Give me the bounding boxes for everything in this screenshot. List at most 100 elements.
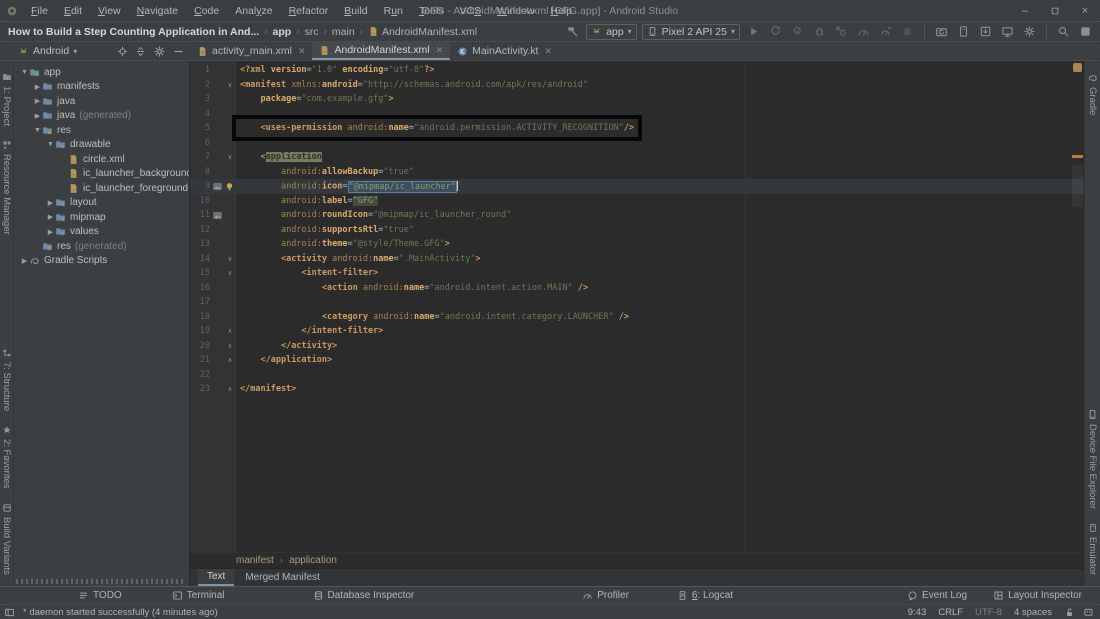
menu-window[interactable]: Window bbox=[490, 3, 541, 19]
project-view-selector[interactable]: Android bbox=[33, 45, 69, 57]
fold-marker-icon[interactable]: ∨ bbox=[224, 255, 236, 263]
menu-build[interactable]: Build bbox=[337, 3, 374, 19]
apply-changes-icon[interactable] bbox=[767, 24, 784, 40]
tree-item-ic-launcher-background-xml[interactable]: ic_launcher_background.xml bbox=[14, 167, 189, 182]
sdk-manager-icon[interactable] bbox=[977, 24, 994, 40]
code-line-8[interactable]: 8 android:allowBackup="true" bbox=[190, 165, 1084, 180]
line-number[interactable]: 5 bbox=[190, 123, 210, 133]
close-button[interactable]: × bbox=[1070, 0, 1100, 21]
tree-item-circle-xml[interactable]: circle.xml bbox=[14, 152, 189, 167]
menu-vcs[interactable]: VCS bbox=[452, 3, 488, 19]
run-icon[interactable] bbox=[745, 24, 762, 40]
fold-marker-icon[interactable]: ∨ bbox=[224, 269, 236, 277]
code-line-23[interactable]: 23∧</manifest> bbox=[190, 382, 1084, 397]
line-number[interactable]: 1 bbox=[190, 65, 210, 75]
line-number[interactable]: 14 bbox=[190, 254, 210, 264]
tree-collapsed-arrow-icon[interactable]: ▶ bbox=[46, 199, 55, 207]
tab-close-icon[interactable]: ✕ bbox=[298, 46, 306, 57]
intention-bulb-icon[interactable] bbox=[224, 181, 236, 192]
tool-window-button-7-structure[interactable]: 7: Structure bbox=[1, 341, 12, 418]
tree-item-gradle-scripts[interactable]: ▶Gradle Scripts bbox=[14, 254, 189, 269]
breadcrumb-how-to-build-a-step-counting-application-in-and[interactable]: How to Build a Step Counting Application… bbox=[8, 26, 259, 38]
project-horizontal-scrollbar[interactable] bbox=[16, 579, 184, 584]
menu-run[interactable]: Run bbox=[377, 3, 410, 19]
maximize-button[interactable] bbox=[1040, 0, 1070, 21]
inspection-status-square[interactable] bbox=[1073, 63, 1082, 72]
line-separator[interactable]: CRLF bbox=[938, 607, 963, 618]
tool-button-event-log[interactable]: Event Log bbox=[907, 590, 967, 601]
gutter-image-preview-icon[interactable] bbox=[210, 210, 224, 221]
code-line-22[interactable]: 22 bbox=[190, 368, 1084, 383]
editor-breadcrumb-application[interactable]: application bbox=[289, 555, 337, 566]
breadcrumb-main[interactable]: main bbox=[332, 26, 355, 38]
code-line-15[interactable]: 15∨ <intent-filter> bbox=[190, 266, 1084, 281]
profile-icon[interactable] bbox=[855, 24, 872, 40]
line-number[interactable]: 18 bbox=[190, 312, 210, 322]
tool-button-database-inspector[interactable]: Database Inspector bbox=[313, 590, 415, 601]
code-line-18[interactable]: 18 <category android:name="android.inten… bbox=[190, 310, 1084, 325]
menu-code[interactable]: Code bbox=[187, 3, 226, 19]
line-number[interactable]: 19 bbox=[190, 326, 210, 336]
attach-profiler-icon[interactable] bbox=[877, 24, 894, 40]
breadcrumb-app[interactable]: app bbox=[273, 26, 292, 38]
tool-window-button-build-variants[interactable]: Build Variants bbox=[1, 496, 12, 582]
gutter-image-preview-icon[interactable] bbox=[210, 181, 224, 192]
tree-collapsed-arrow-icon[interactable]: ▶ bbox=[46, 228, 55, 236]
stop-icon[interactable] bbox=[899, 24, 916, 40]
tree-item-java[interactable]: ▶java bbox=[14, 94, 189, 109]
screen-reader-icon[interactable] bbox=[1083, 607, 1094, 618]
breadcrumb-androidmanifest-xml[interactable]: AndroidManifest.xml bbox=[368, 26, 477, 38]
view-tab-text[interactable]: Text bbox=[198, 569, 234, 586]
code-line-9[interactable]: 9 android:icon="@mipmap/ic_launcher" bbox=[190, 179, 1084, 194]
tree-expanded-arrow-icon[interactable]: ▼ bbox=[33, 127, 42, 134]
code-line-6[interactable]: 6 bbox=[190, 136, 1084, 151]
panel-toggle-icon[interactable] bbox=[4, 607, 15, 618]
apply-code-changes-icon[interactable] bbox=[789, 24, 806, 40]
code-line-21[interactable]: 21∧ </application> bbox=[190, 353, 1084, 368]
line-number[interactable]: 2 bbox=[190, 80, 210, 90]
line-number[interactable]: 6 bbox=[190, 138, 210, 148]
tree-collapsed-arrow-icon[interactable]: ▶ bbox=[20, 257, 29, 265]
code-line-2[interactable]: 2∨<manifest xmlns:android="http://schema… bbox=[190, 78, 1084, 93]
menu-help[interactable]: Help bbox=[543, 3, 579, 19]
avd-manager-icon[interactable] bbox=[955, 24, 972, 40]
line-number[interactable]: 16 bbox=[190, 283, 210, 293]
tree-item-java-generated[interactable]: ▶java(generated) bbox=[14, 109, 189, 124]
code-line-12[interactable]: 12 android:supportsRtl="true" bbox=[190, 223, 1084, 238]
tree-collapsed-arrow-icon[interactable]: ▶ bbox=[33, 83, 42, 91]
tree-collapsed-arrow-icon[interactable]: ▶ bbox=[46, 213, 55, 221]
code-line-10[interactable]: 10 android:label="GFG" bbox=[190, 194, 1084, 209]
breadcrumb-src[interactable]: src bbox=[305, 26, 319, 38]
code-line-19[interactable]: 19∧ </intent-filter> bbox=[190, 324, 1084, 339]
code-editor[interactable]: 1<?xml version="1.0" encoding="utf-8"?>2… bbox=[190, 61, 1084, 552]
fold-marker-icon[interactable]: ∧ bbox=[224, 385, 236, 393]
editor-scrollbar-thumb[interactable] bbox=[1072, 165, 1083, 207]
line-number[interactable]: 10 bbox=[190, 196, 210, 206]
line-number[interactable]: 8 bbox=[190, 167, 210, 177]
tree-item-res-generated[interactable]: res(generated) bbox=[14, 239, 189, 254]
tree-item-res[interactable]: ▼res bbox=[14, 123, 189, 138]
tree-item-manifests[interactable]: ▶manifests bbox=[14, 80, 189, 95]
hammer-icon[interactable] bbox=[564, 24, 581, 40]
device-manager-icon[interactable] bbox=[999, 24, 1016, 40]
indent-setting[interactable]: 4 spaces bbox=[1014, 607, 1052, 618]
tree-item-layout[interactable]: ▶layout bbox=[14, 196, 189, 211]
code-line-16[interactable]: 16 <action android:name="android.intent.… bbox=[190, 281, 1084, 296]
menu-tools[interactable]: Tools bbox=[412, 3, 451, 19]
line-number[interactable]: 11 bbox=[190, 210, 210, 220]
error-stripe-mark[interactable] bbox=[1072, 155, 1083, 158]
tab-close-icon[interactable]: ✕ bbox=[436, 45, 444, 56]
hide-panel-icon[interactable] bbox=[173, 46, 184, 57]
tool-window-button-resource-manager[interactable]: Resource Manager bbox=[1, 133, 12, 242]
line-number[interactable]: 20 bbox=[190, 341, 210, 351]
tree-collapsed-arrow-icon[interactable]: ▶ bbox=[33, 112, 42, 120]
view-tab-merged-manifest[interactable]: Merged Manifest bbox=[236, 569, 328, 586]
line-number[interactable]: 7 bbox=[190, 152, 210, 162]
code-line-17[interactable]: 17 bbox=[190, 295, 1084, 310]
line-number[interactable]: 21 bbox=[190, 355, 210, 365]
code-line-4[interactable]: 4 bbox=[190, 107, 1084, 122]
menu-edit[interactable]: Edit bbox=[57, 3, 89, 19]
attach-debugger-icon[interactable] bbox=[833, 24, 850, 40]
search-icon[interactable] bbox=[1055, 24, 1072, 40]
menu-navigate[interactable]: Navigate bbox=[130, 3, 185, 19]
